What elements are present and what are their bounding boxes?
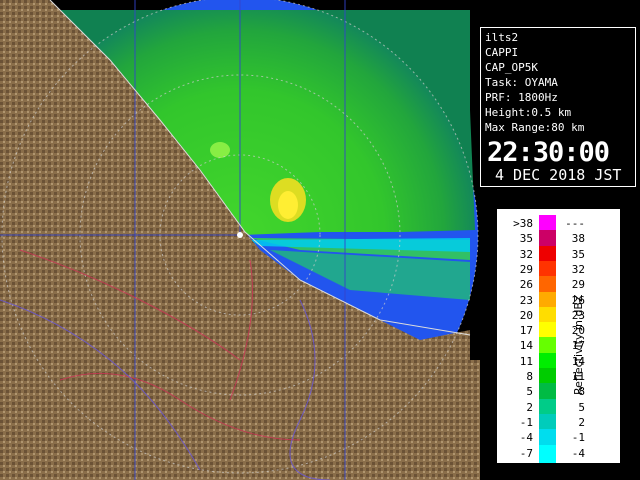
legend-title: Reflectivity in dBZ bbox=[572, 294, 585, 395]
legend-row: -7 -4 bbox=[497, 444, 620, 463]
color-legend: >38 --- 35 38 32 35 29 32 26 29 23 26 20 23 17 20 14 17 11… bbox=[497, 209, 620, 463]
legend-lower-bound: -7 bbox=[519, 446, 533, 460]
max-range-value: Max Range:80 km bbox=[485, 121, 585, 134]
observation-date: 4 DEC 2018 JST bbox=[495, 166, 622, 184]
legend-swatch bbox=[539, 444, 556, 463]
height-value: Height:0.5 km bbox=[485, 106, 572, 119]
radar-name: ilts2 bbox=[485, 31, 519, 44]
radar-site-marker bbox=[237, 232, 243, 238]
info-panel: ilts2 CAPPI CAP_OP5K Task: OYAMA PRF: 18… bbox=[480, 27, 636, 187]
legend-upper-bound: -4 bbox=[571, 446, 585, 460]
task-name: Task: OYAMA bbox=[485, 76, 558, 89]
prf-value: PRF: 1800Hz bbox=[485, 91, 558, 104]
product-code: CAP_OP5K bbox=[485, 61, 538, 74]
observation-time: 22:30:00 bbox=[487, 137, 610, 168]
product-type: CAPPI bbox=[485, 46, 519, 59]
